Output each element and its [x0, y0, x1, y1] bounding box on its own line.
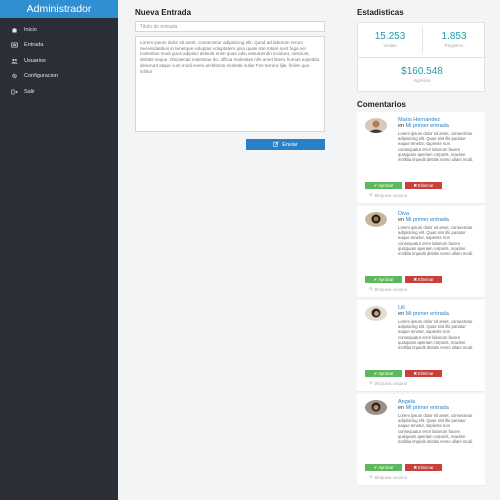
trash-icon: ✖	[413, 182, 418, 188]
logout-icon	[10, 89, 18, 95]
block-user-button[interactable]: ⊘ Bloquear usuario	[369, 474, 407, 480]
block-label: Bloquear usuario	[374, 380, 408, 386]
delete-button[interactable]: ✖ Eliminar	[405, 370, 442, 377]
delete-button[interactable]: ✖ Eliminar	[405, 464, 442, 471]
sidebar-item-salir[interactable]: Salir	[0, 84, 118, 100]
approve-button[interactable]: ✔ Aprobar	[365, 276, 402, 283]
check-icon: ✔	[373, 370, 378, 376]
gear-icon	[10, 73, 18, 79]
post-body-textarea[interactable]: Lorem ipsum dolor sit amet, consectetur …	[135, 36, 325, 132]
sidebar-item-inicio[interactable]: Inicio	[0, 22, 118, 38]
comment-item: Diva en Mi primer entrada Lorem ipsum do…	[357, 206, 485, 298]
stats-panel: 15.253 Visitas 1.853 Registros $160.548 …	[357, 22, 486, 92]
sidebar-item-label: Salir	[24, 88, 36, 95]
comment-text: Lorem ipsum dolor sit amet, consectetur …	[398, 413, 474, 445]
stat-registers: 1.853 Registros	[422, 31, 486, 48]
stat-label: Ingresos	[413, 78, 431, 83]
comment-on: en	[398, 405, 405, 411]
trash-icon: ✖	[413, 276, 418, 282]
block-icon: ⊘	[369, 474, 373, 479]
sidebar-item-label: Configuracion	[24, 73, 58, 80]
comment-post: en Mi primer entrada	[398, 405, 449, 411]
block-user-button[interactable]: ⊘ Bloquear usuario	[369, 286, 407, 292]
approve-button[interactable]: ✔ Aprobar	[365, 370, 402, 377]
stat-income: $160.548 Ingresos	[358, 66, 486, 83]
approve-button[interactable]: ✔ Aprobar	[365, 464, 402, 471]
comment-text: Lorem ipsum dolor sit amet, consectetur …	[398, 225, 474, 257]
block-user-button[interactable]: ⊘ Bloquear usuario	[369, 380, 407, 386]
sidebar-item-label: Usuarios	[24, 57, 46, 64]
avatar	[365, 118, 387, 133]
send-button[interactable]: Enviar	[246, 139, 325, 150]
comment-post: en Mi primer entrada	[398, 123, 449, 129]
avatar	[365, 400, 387, 415]
approve-label: Aprobar	[378, 277, 394, 282]
comment-post-link[interactable]: Mi primer entrada	[406, 405, 449, 411]
sidebar-item-label: Inicio	[24, 26, 37, 33]
users-icon	[10, 58, 18, 64]
app-title: Administrador	[0, 0, 118, 18]
block-icon: ⊘	[369, 192, 373, 197]
stat-visits: 15.253 Visitas	[358, 31, 422, 48]
block-label: Bloquear usuario	[374, 286, 408, 292]
block-icon: ⊘	[369, 286, 373, 291]
stats-heading: Estadisticas	[357, 8, 404, 17]
stat-value: 15.253	[374, 31, 406, 42]
comment-text: Lorem ipsum dolor sit amet, consectetur …	[398, 131, 474, 163]
post-title-input[interactable]	[135, 21, 325, 32]
stat-label: Visitas	[383, 43, 397, 48]
edit-icon	[273, 140, 279, 149]
comment-post-link[interactable]: Mi primer entrada	[406, 123, 449, 129]
delete-label: Eliminar	[418, 371, 434, 376]
delete-label: Eliminar	[418, 183, 434, 188]
block-label: Bloquear usuario	[374, 192, 408, 198]
comment-post: en Mi primer entrada	[398, 311, 449, 317]
check-icon: ✔	[373, 464, 378, 470]
comment-item: Angela en Mi primer entrada Lorem ipsum …	[357, 394, 485, 486]
comment-item: Lili en Mi primer entrada Lorem ipsum do…	[357, 300, 485, 392]
comment-post: en Mi primer entrada	[398, 217, 449, 223]
comments-heading: Comentarios	[357, 100, 406, 109]
block-label: Bloquear usuario	[374, 474, 408, 480]
stat-label: Registros	[444, 43, 464, 48]
delete-label: Eliminar	[418, 465, 434, 470]
comment-post-link[interactable]: Mi primer entrada	[406, 311, 449, 317]
trash-icon: ✖	[413, 464, 418, 470]
approve-label: Aprobar	[378, 371, 394, 376]
sidebar-nav: Inicio Entrada Usuarios Configuracion Sa…	[0, 22, 118, 100]
sidebar-item-label: Entrada	[24, 42, 44, 49]
sidebar: Administrador Inicio Entrada Usuarios Co…	[0, 0, 118, 500]
block-icon: ⊘	[369, 380, 373, 385]
comment-on: en	[398, 123, 405, 129]
check-icon: ✔	[373, 276, 378, 282]
approve-label: Aprobar	[378, 183, 394, 188]
comment-on: en	[398, 217, 405, 223]
stat-value: $160.548	[401, 66, 443, 77]
comment-item: Mario Hernandez en Mi primer entrada Lor…	[357, 112, 485, 204]
sidebar-item-usuarios[interactable]: Usuarios	[0, 53, 118, 69]
approve-button[interactable]: ✔ Aprobar	[365, 182, 402, 189]
delete-button[interactable]: ✖ Eliminar	[405, 182, 442, 189]
comment-on: en	[398, 311, 405, 317]
avatar	[365, 212, 387, 227]
document-icon	[10, 42, 18, 48]
approve-label: Aprobar	[378, 465, 394, 470]
divider	[358, 57, 486, 58]
trash-icon: ✖	[413, 370, 418, 376]
stat-value: 1.853	[441, 31, 467, 42]
check-icon: ✔	[373, 182, 378, 188]
new-post-heading: Nueva Entrada	[135, 8, 192, 17]
block-user-button[interactable]: ⊘ Bloquear usuario	[369, 192, 407, 198]
comment-post-link[interactable]: Mi primer entrada	[406, 217, 449, 223]
avatar	[365, 306, 387, 321]
send-button-label: Enviar	[282, 141, 298, 148]
home-icon	[10, 27, 18, 33]
comment-text: Lorem ipsum dolor sit amet, consectetur …	[398, 319, 474, 351]
sidebar-item-entrada[interactable]: Entrada	[0, 38, 118, 54]
sidebar-item-configuracion[interactable]: Configuracion	[0, 69, 118, 85]
delete-label: Eliminar	[418, 277, 434, 282]
delete-button[interactable]: ✖ Eliminar	[405, 276, 442, 283]
